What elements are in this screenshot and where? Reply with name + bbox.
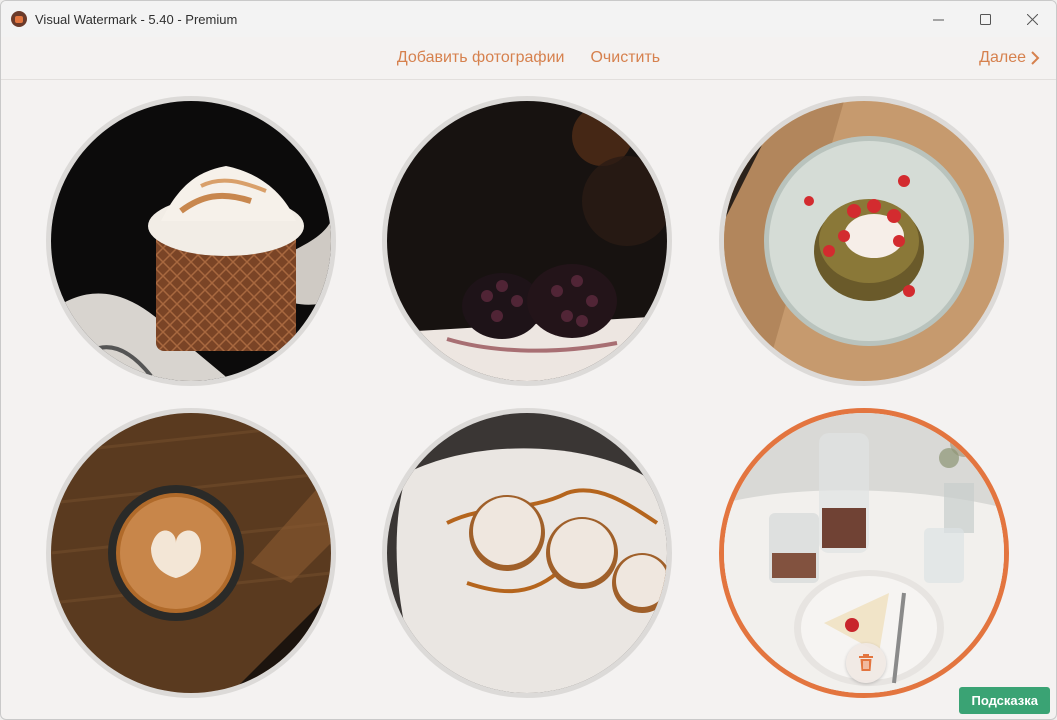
app-window: Visual Watermark - 5.40 - Premium Добави… [0, 0, 1057, 720]
toolbar: Добавить фотографии Очистить Далее [1, 37, 1056, 80]
photo-grid [1, 80, 1056, 719]
blackberries-image [387, 101, 667, 381]
maximize-button[interactable] [962, 1, 1009, 37]
pastries-image [387, 413, 667, 693]
photo-thumbnail[interactable] [46, 408, 336, 698]
close-button[interactable] [1009, 1, 1056, 37]
latte-image [51, 413, 331, 693]
pancakes-image [724, 101, 1004, 381]
window-controls [915, 1, 1056, 37]
photo-thumbnail[interactable] [719, 96, 1009, 386]
clear-button[interactable]: Очистить [590, 49, 660, 67]
chevron-right-icon [1031, 51, 1040, 65]
hint-button[interactable]: Подсказка [959, 687, 1050, 714]
trash-icon [859, 654, 873, 671]
minimize-icon [933, 19, 944, 20]
app-logo-icon [11, 11, 27, 27]
photo-thumbnail[interactable] [46, 96, 336, 386]
next-label: Далее [979, 49, 1026, 66]
cupcake-image [51, 101, 331, 381]
maximize-icon [980, 13, 991, 25]
next-button[interactable]: Далее [979, 37, 1040, 79]
minimize-button[interactable] [915, 1, 962, 37]
photo-thumbnail[interactable] [382, 408, 672, 698]
title-bar: Visual Watermark - 5.40 - Premium [1, 1, 1056, 37]
delete-photo-button[interactable] [846, 643, 886, 683]
window-title: Visual Watermark - 5.40 - Premium [35, 11, 238, 27]
close-icon [1027, 13, 1038, 25]
photo-thumbnail[interactable] [382, 96, 672, 386]
add-photos-button[interactable]: Добавить фотографии [397, 49, 565, 67]
